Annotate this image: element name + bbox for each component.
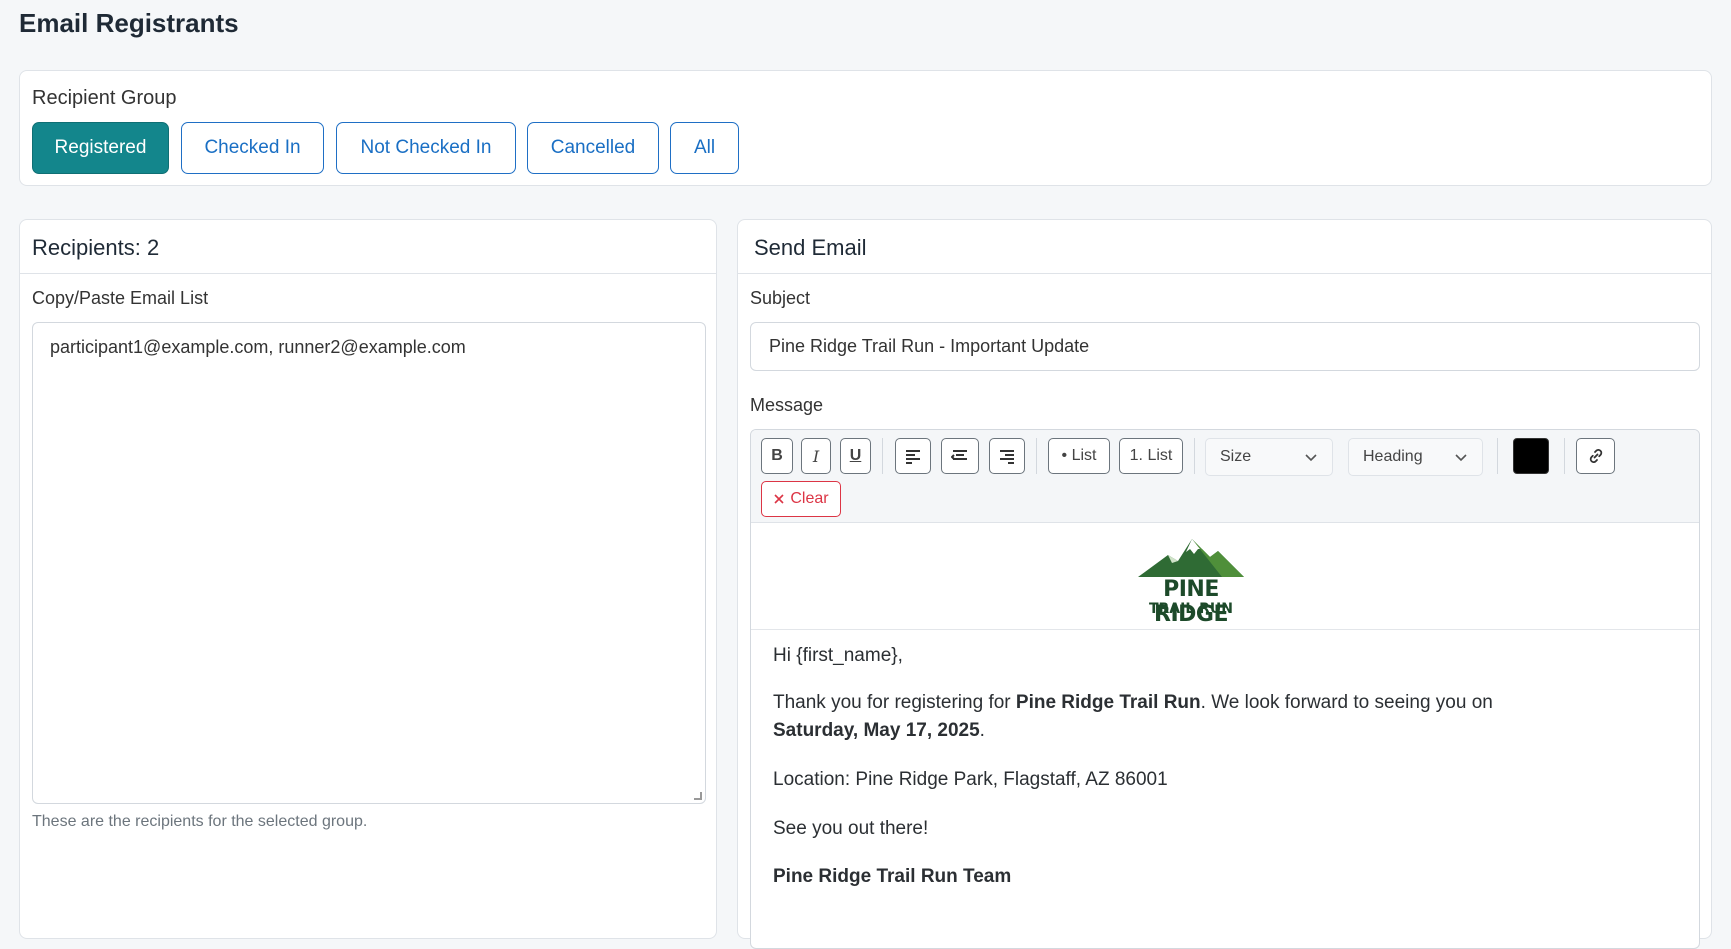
resize-handle-icon[interactable] [694,792,702,800]
align-center-icon [951,450,967,460]
message-location: Location: Pine Ridge Park, Flagstaff, AZ… [773,769,1168,790]
recipient-group-label: Recipient Group [32,87,177,109]
toolbar-divider [1194,438,1195,474]
align-left-icon [906,450,920,464]
align-right-icon [1000,450,1014,464]
pine-ridge-logo: PINE RIDGE TRAIL RUN [1132,537,1250,627]
insert-link-button[interactable] [1576,438,1615,474]
send-email-card: Send Email Subject Pine Ridge Trail Run … [737,219,1712,949]
email-list-label: Copy/Paste Email List [32,288,209,308]
send-email-card-header: Send Email [738,220,1711,274]
close-icon [774,494,784,504]
page-title: Email Registrants [19,8,239,38]
bold-button[interactable]: B [761,438,793,474]
toolbar-divider [1036,438,1037,474]
group-not-checked-in-button[interactable]: Not Checked In [336,122,516,174]
chevron-down-icon [1455,454,1467,462]
event-name-bold: Pine Ridge Trail Run [1015,692,1201,713]
logo-text-line2: TRAIL RUN [1148,601,1234,617]
clear-label: Clear [790,490,829,507]
text-color-picker[interactable] [1513,438,1549,474]
send-email-title: Send Email [754,235,867,260]
toolbar-divider [882,438,883,474]
email-list-text: participant1@example.com, runner2@exampl… [50,337,466,357]
message-text: . We look forward to seeing you on [1200,692,1493,713]
group-cancelled-button[interactable]: Cancelled [527,122,659,174]
email-list-textarea[interactable]: participant1@example.com, runner2@exampl… [32,322,706,804]
message-text: . [979,720,985,741]
group-registered-button[interactable]: Registered [32,122,169,174]
group-all-button[interactable]: All [670,122,739,174]
message-greeting: Hi {first_name}, [773,645,903,666]
toolbar-divider [1564,438,1565,474]
recipients-help-text: These are the recipients for the selecte… [32,813,368,830]
heading-select[interactable]: Heading [1348,438,1483,476]
message-text: Thank you for registering for [773,692,1016,713]
numbered-list-button[interactable]: 1. List [1119,438,1183,474]
toolbar-divider [1497,438,1498,474]
message-closing: See you out there! [773,818,929,839]
bullet-list-button[interactable]: • List [1048,438,1110,474]
subject-input[interactable]: Pine Ridge Trail Run - Important Update [750,322,1700,371]
message-editor[interactable]: B I U • List 1. List Size Heading Clear … [750,429,1700,949]
font-size-select[interactable]: Size [1205,438,1333,476]
mountain-icon [1138,539,1244,577]
align-right-button[interactable] [989,438,1025,474]
align-left-button[interactable] [895,438,931,474]
recipient-group-card: Recipient Group Registered Checked In No… [19,70,1712,186]
recipients-count: Recipients: 2 [32,235,160,260]
message-label: Message [750,395,824,415]
font-size-select-label: Size [1220,448,1252,465]
clear-formatting-button[interactable]: Clear [761,481,841,517]
message-signature: Pine Ridge Trail Run Team [773,866,1012,887]
subject-label: Subject [750,288,811,308]
heading-select-label: Heading [1363,448,1423,465]
chevron-down-icon [1305,454,1317,462]
recipients-card-header: Recipients: 2 [20,220,716,274]
logo-area: PINE RIDGE TRAIL RUN [751,523,1699,630]
italic-button[interactable]: I [801,438,831,474]
link-icon [1589,449,1602,463]
align-center-button[interactable] [941,438,979,474]
underline-button[interactable]: U [840,438,871,474]
message-paragraph: Thank you for registering for Pine Ridge… [773,689,1673,745]
event-date-bold: Saturday, May 17, 2025 [773,720,980,741]
recipients-card: Recipients: 2 Copy/Paste Email List part… [19,219,717,939]
editor-toolbar: B I U • List 1. List Size Heading Clear [751,430,1699,523]
group-checked-in-button[interactable]: Checked In [181,122,324,174]
